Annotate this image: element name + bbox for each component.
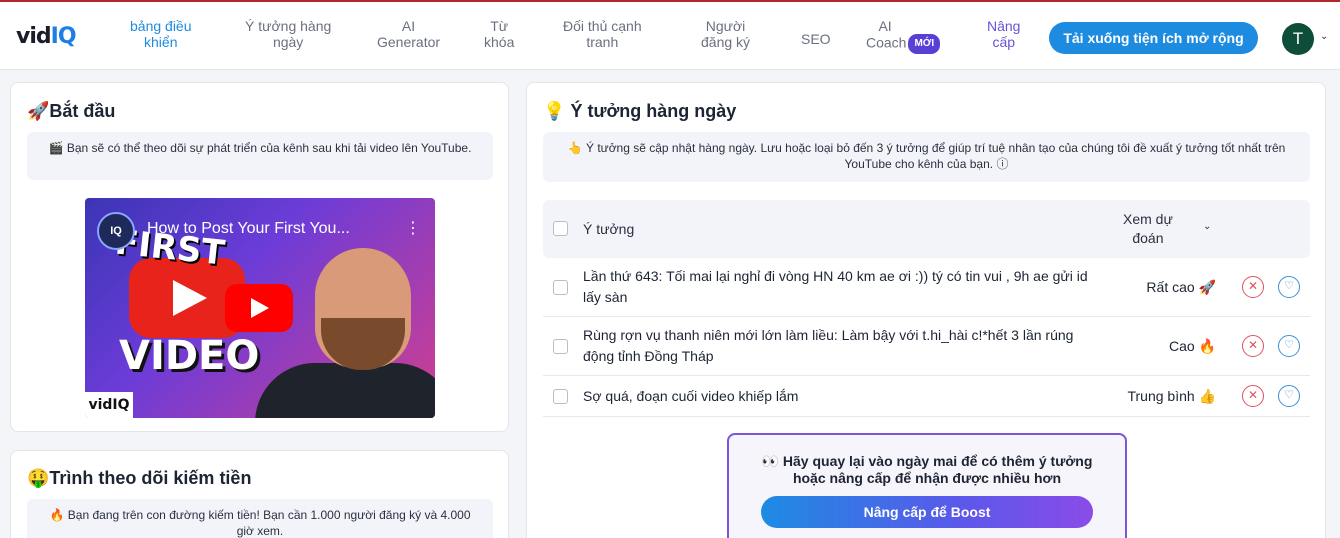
table-row: Lần thứ 643: Tối mai lại nghỉ đi vòng HN… xyxy=(543,258,1310,317)
nav-seo[interactable]: SEO xyxy=(801,31,831,47)
clapperboard-icon: 🎬 xyxy=(48,141,64,155)
money-face-icon: 🤑 xyxy=(27,468,50,488)
table-row: Sợ quá, đoạn cuối video khiếp lắm Trung … xyxy=(543,376,1310,417)
video-thumbnail[interactable]: FIRST VIDEO IQ How to Post Your First Yo… xyxy=(85,198,435,418)
row-checkbox[interactable] xyxy=(553,339,568,354)
monetize-note: 🔥 Bạn đang trên con đường kiếm tiền! Bạn… xyxy=(27,499,493,538)
logo-vid: vid xyxy=(16,24,52,49)
channel-avatar[interactable]: IQ xyxy=(97,212,135,250)
presenter-shirt xyxy=(255,363,435,418)
daily-ideas-card: 💡 Ý tưởng hàng ngày 👆 Ý tưởng sẽ cập nhậ… xyxy=(526,82,1326,538)
save-heart-icon[interactable]: ♡ xyxy=(1278,276,1300,298)
idea-text: Lần thứ 643: Tối mai lại nghỉ đi vòng HN… xyxy=(583,268,1088,305)
idea-text: Rùng rợn vụ thanh niên mới lớn làm liều:… xyxy=(583,327,1074,364)
select-all-checkbox[interactable] xyxy=(553,221,568,236)
ideas-table-header: Ý tưởng Xem dự đoán ⌄ xyxy=(543,200,1310,258)
prediction: Cao 🔥 xyxy=(1168,338,1216,354)
col-idea: Ý tưởng xyxy=(583,221,635,237)
rocket-icon: 🚀 xyxy=(1198,279,1216,295)
lightbulb-icon: 💡 xyxy=(543,101,566,121)
monetize-card: 🤑Trình theo dõi kiếm tiền 🔥 Bạn đang trê… xyxy=(10,450,509,538)
avatar[interactable]: T xyxy=(1282,23,1314,55)
nav-upgrade[interactable]: Nâng cấp xyxy=(987,18,1020,50)
table-row: Rùng rợn vụ thanh niên mới lớn làm liều:… xyxy=(543,317,1310,376)
fire-icon: 🔥 xyxy=(1198,338,1216,354)
upgrade-boost-button[interactable]: Nâng cấp để Boost xyxy=(761,496,1093,528)
fire-icon: 🔥 xyxy=(49,508,65,522)
more-options-icon[interactable]: ⋮ xyxy=(405,218,421,238)
vidiq-watermark: vidIQ xyxy=(85,392,133,418)
help-icon[interactable]: ⓘ xyxy=(996,157,1008,171)
nav-keywords[interactable]: Từ khóa xyxy=(484,18,514,50)
upgrade-promo: 👀 Hãy quay lại vào ngày mai để có thêm ý… xyxy=(727,433,1127,538)
dismiss-icon[interactable]: ✕ xyxy=(1242,276,1264,298)
start-note: 🎬 Bạn sẽ có thể theo dõi sự phát triển c… xyxy=(27,132,493,180)
thumb-text-video: VIDEO xyxy=(119,333,260,379)
promo-text: 👀 Hãy quay lại vào ngày mai để có thêm ý… xyxy=(761,453,1093,486)
new-badge: MỚI xyxy=(908,34,941,54)
dismiss-icon[interactable]: ✕ xyxy=(1242,385,1264,407)
prediction: Rất cao 🚀 xyxy=(1146,279,1216,295)
video-title[interactable]: How to Post Your First You... xyxy=(147,220,350,238)
nav-subscribers[interactable]: Người đăng ký xyxy=(701,18,750,50)
save-heart-icon[interactable]: ♡ xyxy=(1278,385,1300,407)
play-button-icon[interactable] xyxy=(225,284,293,332)
dismiss-icon[interactable]: ✕ xyxy=(1242,335,1264,357)
thumbs-up-icon: 👍 xyxy=(1198,388,1216,404)
prediction: Trung bình 👍 xyxy=(1127,388,1216,404)
nav-ai-generator[interactable]: AI Generator xyxy=(377,18,440,50)
monetize-card-title: 🤑Trình theo dõi kiếm tiền xyxy=(27,468,252,488)
start-card-title: 🚀Bắt đầu xyxy=(27,101,116,121)
nav-daily-ideas[interactable]: Ý tưởng hàng ngày xyxy=(245,18,331,50)
row-checkbox[interactable] xyxy=(553,389,568,404)
download-extension-button[interactable]: Tải xuống tiện ích mở rộng xyxy=(1049,22,1258,54)
nav-ai-coach[interactable]: AI Coach MỚI xyxy=(866,18,941,54)
vidiq-logo[interactable]: vidIQ xyxy=(16,24,77,49)
row-checkbox[interactable] xyxy=(553,280,568,295)
pointing-hand-icon: 👆 xyxy=(567,141,583,155)
save-heart-icon[interactable]: ♡ xyxy=(1278,335,1300,357)
top-nav: vidIQ bảng điều khiển Ý tưởng hàng ngày AI… xyxy=(0,0,1340,70)
chevron-down-icon[interactable]: ⌄ xyxy=(1320,31,1328,42)
nav-competitors[interactable]: Đối thủ cạnh tranh xyxy=(563,18,642,50)
logo-iq: IQ xyxy=(50,24,77,49)
idea-text: Sợ quá, đoạn cuối video khiếp lắm xyxy=(583,388,799,404)
chevron-down-icon[interactable]: ⌄ xyxy=(1203,221,1211,232)
ideas-note: 👆 Ý tưởng sẽ cập nhật hàng ngày. Lưu hoặ… xyxy=(543,132,1310,182)
col-prediction[interactable]: Xem dự đoán xyxy=(1123,210,1173,248)
rocket-icon: 🚀 xyxy=(27,101,50,121)
nav-dashboard[interactable]: bảng điều khiển xyxy=(130,18,192,50)
start-card: 🚀Bắt đầu 🎬 Bạn sẽ có thể theo dõi sự phá… xyxy=(10,82,509,432)
ideas-card-title: 💡 Ý tưởng hàng ngày xyxy=(543,101,737,121)
